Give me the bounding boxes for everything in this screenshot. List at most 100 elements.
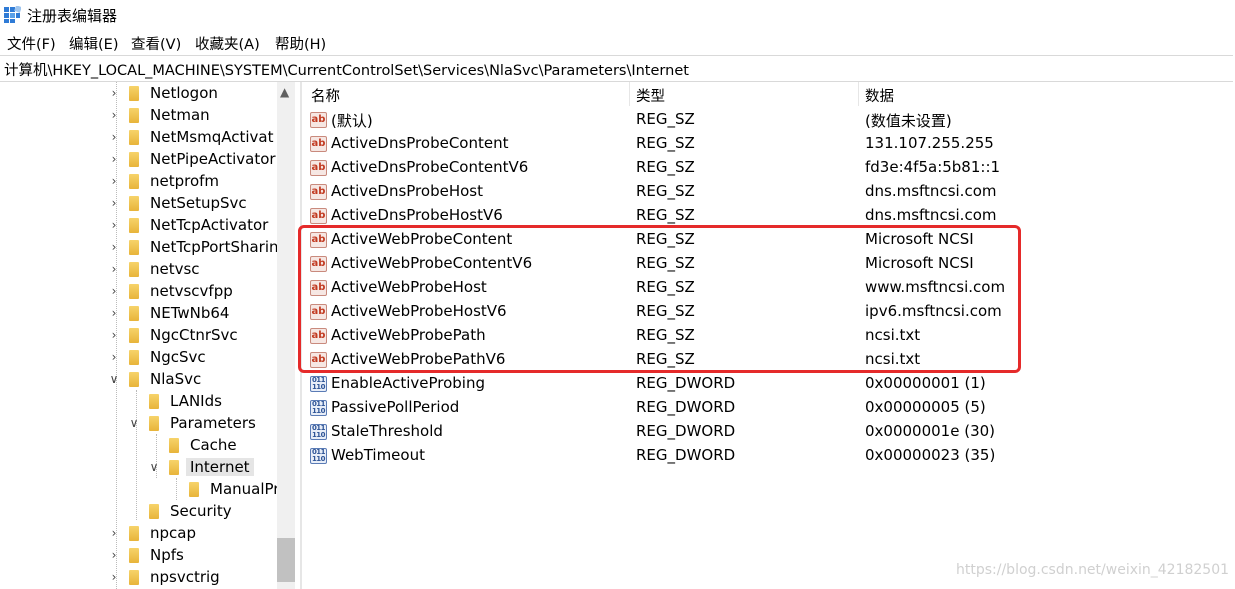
- watermark: https://blog.csdn.net/weixin_42182501: [956, 562, 1230, 578]
- column-header-name[interactable]: 名称: [311, 85, 340, 106]
- folder-icon: [129, 284, 139, 299]
- value-row[interactable]: ab ActiveWebProbeContentV6 REG_SZ Microsoft…: [304, 252, 1024, 276]
- tree-item[interactable]: › NetTcpPortSharin: [0, 236, 279, 258]
- chevron-right-icon[interactable]: ›: [108, 284, 120, 298]
- string-value-icon: ab: [310, 232, 327, 248]
- tree-item[interactable]: ManualPr: [0, 478, 279, 500]
- value-data: 0x00000001 (1): [865, 374, 986, 392]
- value-row[interactable]: ab ActiveWebProbePath REG_SZ ncsi.txt: [304, 324, 1024, 348]
- tree-item-label: NetSetupSvc: [150, 194, 247, 212]
- chevron-down-icon[interactable]: ∨: [148, 460, 160, 474]
- tree-item-label: NgcCtnrSvc: [150, 326, 238, 344]
- value-row[interactable]: ab ActiveDnsProbeContentV6 REG_SZ fd3e:4f5a…: [304, 156, 1024, 180]
- tree-item[interactable]: › netvscvfpp: [0, 280, 277, 302]
- menu-view[interactable]: 查看(V): [131, 33, 181, 54]
- address-path[interactable]: 计算机\HKEY_LOCAL_MACHINE\SYSTEM\CurrentCon…: [4, 59, 689, 80]
- column-header-data[interactable]: 数据: [865, 85, 894, 106]
- chevron-right-icon[interactable]: ›: [108, 152, 120, 166]
- tree-item-label: Npfs: [150, 546, 184, 564]
- tree-item[interactable]: › npsvctrig: [0, 566, 277, 588]
- string-value-icon: ab: [310, 256, 327, 272]
- chevron-right-icon[interactable]: ›: [108, 526, 120, 540]
- title-bar: 注册表编辑器: [0, 0, 1235, 30]
- menu-bar: 文件(F) 编辑(E) 查看(V) 收藏夹(A) 帮助(H): [0, 30, 1235, 54]
- column-separator[interactable]: [629, 82, 630, 106]
- string-value-icon: ab: [310, 208, 327, 224]
- tree-item[interactable]: › Netlogon: [0, 82, 277, 104]
- value-row[interactable]: ab ActiveDnsProbeHost REG_SZ dns.msftncsi.c…: [304, 180, 1024, 204]
- tree-item[interactable]: › NetTcpActivator: [0, 214, 277, 236]
- tree-scrollbar[interactable]: ▲: [277, 82, 295, 589]
- tree-item[interactable]: › npcap: [0, 522, 277, 544]
- tree-item[interactable]: › netvsc: [0, 258, 277, 280]
- value-row[interactable]: ab ActiveWebProbeContent REG_SZ Microsoft N…: [304, 228, 1024, 252]
- tree-item[interactable]: › Netman: [0, 104, 277, 126]
- tree-item[interactable]: › NETwNb64: [0, 302, 277, 324]
- value-row[interactable]: 011 110 PassivePollPeriod REG_DWORD 0x00000…: [304, 396, 1024, 420]
- chevron-right-icon[interactable]: ›: [108, 108, 120, 122]
- chevron-right-icon[interactable]: ›: [108, 548, 120, 562]
- value-name: EnableActiveProbing: [331, 374, 486, 392]
- tree-item[interactable]: › NgcCtnrSvc: [0, 324, 277, 346]
- values-list[interactable]: 名称 类型 数据 ab (默认) REG_SZ (数值未设置) ab ActiveDnsP…: [304, 82, 1235, 589]
- chevron-down-icon[interactable]: ∨: [128, 416, 140, 430]
- pane-splitter[interactable]: [300, 82, 302, 589]
- column-separator[interactable]: [858, 82, 859, 106]
- tree-item[interactable]: › Npfs: [0, 544, 277, 566]
- folder-icon: [189, 482, 199, 497]
- tree-item[interactable]: ∨ NlaSvc: [0, 368, 277, 390]
- folder-icon: [129, 350, 139, 365]
- tree-item[interactable]: ∨ Internet: [0, 456, 277, 478]
- value-row[interactable]: ab ActiveWebProbeHost REG_SZ www.msftncsi.c…: [304, 276, 1024, 300]
- folder-icon: [149, 504, 159, 519]
- menu-favorites[interactable]: 收藏夹(A): [195, 33, 260, 54]
- chevron-right-icon[interactable]: ›: [108, 262, 120, 276]
- key-tree[interactable]: › Netlogon › Netman › NetMsmqActivat › NetPipeA…: [0, 82, 296, 589]
- value-type: REG_DWORD: [636, 374, 736, 392]
- tree-item[interactable]: Cache: [0, 434, 277, 456]
- value-row[interactable]: ab ActiveDnsProbeHostV6 REG_SZ dns.msftncsi…: [304, 204, 1024, 228]
- scrollbar-thumb[interactable]: [277, 538, 295, 582]
- chevron-down-icon[interactable]: ∨: [108, 372, 120, 386]
- chevron-right-icon[interactable]: ›: [108, 130, 120, 144]
- column-header-type[interactable]: 类型: [636, 85, 665, 106]
- scroll-up-icon[interactable]: ▲: [280, 85, 289, 99]
- tree-item[interactable]: › NetMsmqActivat: [0, 126, 277, 148]
- chevron-right-icon[interactable]: ›: [108, 350, 120, 364]
- value-row[interactable]: 011 110 EnableActiveProbing REG_DWORD 0x000…: [304, 372, 1024, 396]
- chevron-right-icon[interactable]: ›: [108, 196, 120, 210]
- tree-item[interactable]: › NgcSvc: [0, 346, 277, 368]
- folder-icon: [169, 460, 179, 475]
- value-type: REG_SZ: [636, 110, 695, 128]
- value-row[interactable]: ab ActiveWebProbeHostV6 REG_SZ ipv6.msftncs…: [304, 300, 1024, 324]
- address-bar[interactable]: 计算机\HKEY_LOCAL_MACHINE\SYSTEM\CurrentCon…: [0, 55, 1233, 82]
- value-type: REG_SZ: [636, 206, 695, 224]
- tree-item[interactable]: › NetPipeActivator: [0, 148, 277, 170]
- tree-item[interactable]: Security: [0, 500, 277, 522]
- chevron-right-icon[interactable]: ›: [108, 240, 120, 254]
- chevron-right-icon[interactable]: ›: [108, 174, 120, 188]
- chevron-right-icon[interactable]: ›: [108, 218, 120, 232]
- value-data: (数值未设置): [865, 112, 952, 130]
- value-row[interactable]: ab (默认) REG_SZ (数值未设置): [304, 108, 1024, 132]
- value-type: REG_SZ: [636, 254, 695, 272]
- string-value-icon: ab: [310, 328, 327, 344]
- chevron-right-icon[interactable]: ›: [108, 306, 120, 320]
- value-row[interactable]: 011 110 WebTimeout REG_DWORD 0x00000023 (35…: [304, 444, 1024, 468]
- chevron-right-icon[interactable]: ›: [108, 570, 120, 584]
- string-value-icon: ab: [310, 304, 327, 320]
- value-type: REG_DWORD: [636, 398, 736, 416]
- tree-item[interactable]: › netprofm: [0, 170, 277, 192]
- tree-item-label: npcap: [150, 524, 196, 542]
- tree-item[interactable]: ∨ Parameters: [0, 412, 277, 434]
- value-row[interactable]: ab ActiveDnsProbeContent REG_SZ 131.107.255…: [304, 132, 1024, 156]
- menu-help[interactable]: 帮助(H): [275, 33, 326, 54]
- chevron-right-icon[interactable]: ›: [108, 328, 120, 342]
- value-row[interactable]: 011 110 StaleThreshold REG_DWORD 0x0000001e…: [304, 420, 1024, 444]
- tree-item[interactable]: LANIds: [0, 390, 277, 412]
- value-row[interactable]: ab ActiveWebProbePathV6 REG_SZ ncsi.txt: [304, 348, 1024, 372]
- chevron-right-icon[interactable]: ›: [108, 86, 120, 100]
- tree-item[interactable]: › NetSetupSvc: [0, 192, 277, 214]
- menu-file[interactable]: 文件(F): [7, 33, 56, 54]
- menu-edit[interactable]: 编辑(E): [69, 33, 118, 54]
